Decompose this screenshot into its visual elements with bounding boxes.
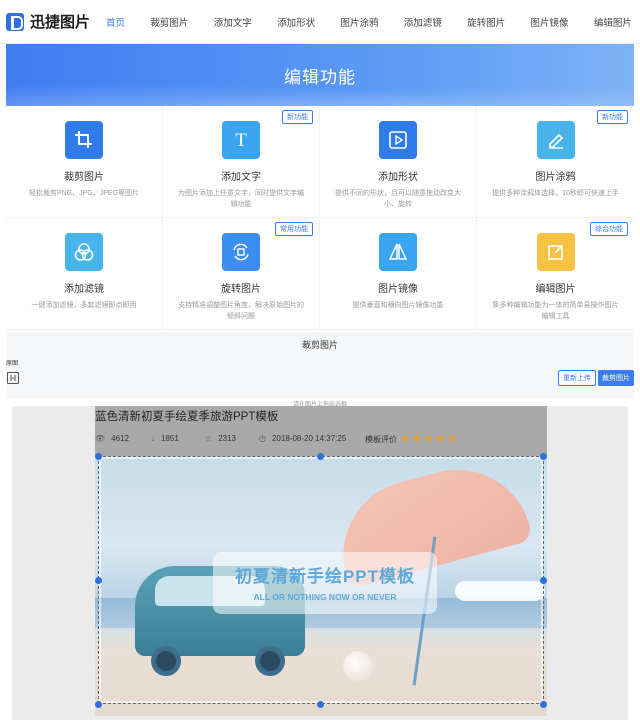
- nav-menu: 首页 裁剪图片 添加文字 添加形状 图片涂鸦 添加滤镜 旋转图片 图片镜像 编辑图片: [106, 11, 640, 33]
- clock-icon: ◷: [259, 434, 266, 443]
- feature-card[interactable]: 图片涂鸦提供多种涂鸦体选择，10秒即可快速上手 新功能: [477, 106, 634, 218]
- rating-label: 模板评价: [365, 435, 397, 444]
- star-icon: ★: [423, 433, 434, 445]
- nav-item[interactable]: 编辑图片: [594, 11, 632, 33]
- logo[interactable]: 迅捷图片: [6, 11, 106, 32]
- crop-tool-panel: 裁剪图片 原图 重新上传 裁剪图片: [6, 332, 634, 398]
- feature-description: 提供多种涂鸦体选择，10秒即可快速上手: [492, 190, 619, 197]
- crop-handle-top-right[interactable]: [540, 453, 547, 460]
- banner-title: 编辑功能: [284, 67, 356, 87]
- nav-item[interactable]: 首页: [106, 11, 125, 33]
- svg-text:T: T: [235, 130, 247, 150]
- feature-card[interactable]: 添加滤镜一键添加滤镜，多套滤镜即点即用: [6, 218, 163, 330]
- upload-datetime: ◷ 2018-08-20 14:37:25: [259, 434, 347, 443]
- logo-text: 迅捷图片: [30, 14, 91, 31]
- feature-title: 图片镜像: [378, 284, 418, 295]
- feature-description: 支持精准调整图片角度，解决原始图片的倾斜问题: [178, 302, 304, 320]
- nav-item[interactable]: 图片镜像: [531, 11, 569, 33]
- nav-item[interactable]: 添加形状: [277, 11, 315, 33]
- crop-icon: [65, 121, 103, 159]
- reupload-button[interactable]: 重新上传: [558, 370, 596, 386]
- nav-item[interactable]: 裁剪图片: [150, 11, 188, 33]
- feature-title: 添加文字: [221, 172, 261, 183]
- nav-item[interactable]: 添加文字: [214, 11, 252, 33]
- star-icon: ★: [435, 433, 446, 445]
- banner: 编辑功能: [6, 44, 634, 106]
- eye-icon: 👁: [95, 434, 106, 443]
- feature-badge: 新功能: [597, 110, 628, 124]
- feature-badge: 综合功能: [590, 222, 628, 236]
- feature-card[interactable]: 添加形状提供不同的形状，且可以随意拖动改变大小、旋转: [320, 106, 477, 218]
- feature-description: 提供不同的形状，且可以随意拖动改变大小、旋转: [335, 190, 461, 208]
- feature-title: 旋转图片: [221, 284, 261, 295]
- feature-description: 一键添加滤镜，多套滤镜即点即用: [31, 302, 137, 309]
- shape-icon: [379, 121, 417, 159]
- star-icon: ★: [447, 433, 458, 445]
- feature-card[interactable]: T 添加文字为图片添加上任意文字，同时提供文字编辑功能 新功能: [163, 106, 320, 218]
- feature-description: 集多种编辑功能为一体的简单易操作图片编辑工具: [492, 302, 619, 320]
- feature-description: 提供垂直和横向图片镜像功能: [352, 302, 444, 309]
- crop-handle-bottom-right[interactable]: [540, 701, 547, 708]
- filter-icon: [65, 233, 103, 271]
- feature-badge: 新功能: [282, 110, 313, 124]
- ratio-original-icon[interactable]: [7, 372, 19, 384]
- feature-title: 编辑图片: [535, 284, 576, 295]
- favorites-count: ☆ 2313: [205, 434, 236, 443]
- nav-item[interactable]: 添加滤镜: [404, 11, 442, 33]
- rotate-icon: [222, 233, 260, 271]
- feature-title: 裁剪图片: [64, 172, 104, 183]
- feature-card[interactable]: 编辑图片集多种编辑功能为一体的简单易操作图片编辑工具 综合功能: [477, 218, 634, 330]
- feature-title: 添加滤镜: [64, 284, 104, 295]
- crop-handle-left[interactable]: [95, 577, 102, 584]
- feature-card[interactable]: 旋转图片支持精准调整图片角度，解决原始图片的倾斜问题 常用功能: [163, 218, 320, 330]
- feature-description: 轻松裁剪PNG、JPG、JPEG等图片: [28, 190, 140, 197]
- edit-icon: [536, 233, 575, 271]
- crop-handle-right[interactable]: [540, 577, 547, 584]
- crop-handle-bottom-left[interactable]: [95, 701, 102, 708]
- crop-handle-top-left[interactable]: [95, 453, 102, 460]
- star-icon: ★: [411, 433, 422, 445]
- downloads-count: ↓ 1851: [151, 434, 179, 443]
- tool-title: 裁剪图片: [301, 340, 338, 350]
- crop-handle-bottom[interactable]: [317, 701, 324, 708]
- feature-badge: 常用功能: [275, 222, 313, 236]
- nav-item[interactable]: 旋转图片: [467, 11, 505, 33]
- mirror-icon: [379, 233, 417, 271]
- download-icon: ↓: [151, 434, 155, 443]
- ratio-label: 原图: [6, 361, 19, 367]
- crop-canvas[interactable]: 蓝色清新初夏手绘夏季旅游PPT模板 👁 4612 ↓ 1851 ☆ 2313 ◷ 201…: [12, 406, 628, 720]
- image-header: 蓝色清新初夏手绘夏季旅游PPT模板 👁 4612 ↓ 1851 ☆ 2313 ◷ 201…: [95, 406, 547, 456]
- feature-title: 图片涂鸦: [535, 172, 576, 183]
- rating-stars: ★ ★ ★ ★ ★: [400, 432, 459, 445]
- crop-selection[interactable]: [98, 456, 544, 704]
- views-count: 👁 4612: [95, 434, 129, 443]
- nav-item[interactable]: 图片涂鸦: [340, 11, 378, 33]
- image-title: 蓝色清新初夏手绘夏季旅游PPT模板: [95, 411, 279, 423]
- top-nav: 迅捷图片 首页 裁剪图片 添加文字 添加形状 图片涂鸦 添加滤镜 旋转图片 图片镜像 编辑图片: [0, 0, 640, 44]
- feature-title: 添加形状: [378, 172, 418, 183]
- pen-icon: [536, 121, 575, 159]
- feature-grid: 裁剪图片轻松裁剪PNG、JPG、JPEG等图片 T 添加文字为图片添加上任意文字，同…: [6, 106, 634, 330]
- star-outline-icon: ☆: [205, 434, 213, 443]
- crop-handle-top[interactable]: [317, 453, 324, 460]
- logo-icon: [6, 12, 24, 31]
- feature-card[interactable]: 图片镜像提供垂直和横向图片镜像功能: [320, 218, 477, 330]
- feature-card[interactable]: 裁剪图片轻松裁剪PNG、JPG、JPEG等图片: [6, 106, 163, 218]
- star-icon: ★: [400, 433, 410, 445]
- text-icon: T: [222, 121, 260, 159]
- crop-button[interactable]: 裁剪图片: [598, 370, 634, 386]
- feature-description: 为图片添加上任意文字，同时提供文字编辑功能: [178, 190, 304, 208]
